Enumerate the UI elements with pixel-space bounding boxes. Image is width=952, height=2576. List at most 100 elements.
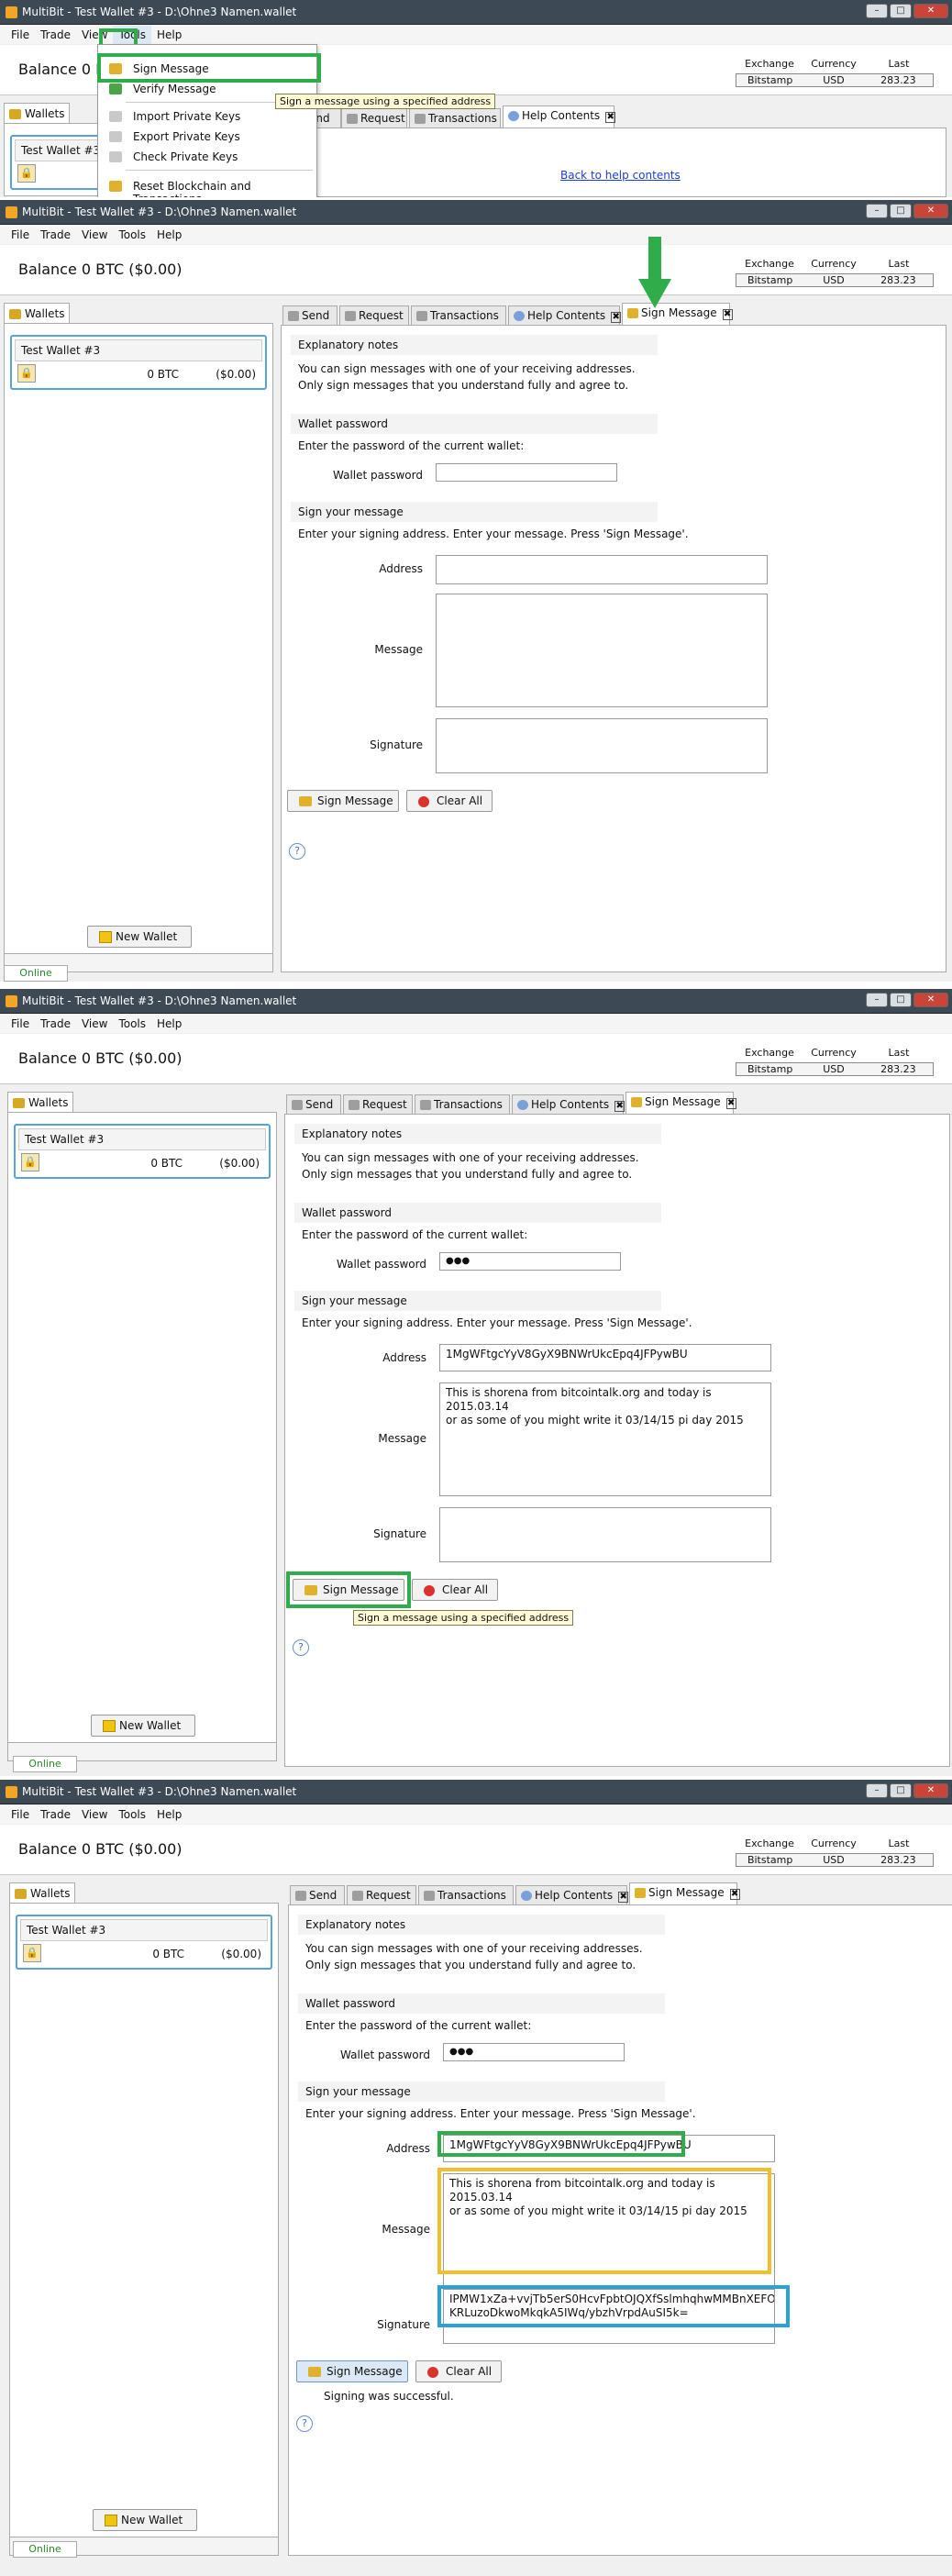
close-button[interactable]: ✕ [913,204,948,218]
transactions-icon [415,114,426,124]
menu-item-export-keys[interactable]: Export Private Keys [133,130,240,143]
menu-help[interactable]: Help [151,1015,187,1033]
wallet-card[interactable]: Test Wallet #3 🔒 0 BTC ($0.00) [16,1915,272,1970]
menu-file[interactable]: File [6,1015,35,1033]
minimize-button[interactable]: – [866,204,888,218]
tab-send[interactable]: Send [286,1094,341,1114]
maximize-button[interactable]: □ [890,993,912,1007]
minimize-button[interactable]: – [866,993,888,1007]
close-tab-icon[interactable]: ✖ [614,1101,625,1112]
wallet-password-field[interactable]: ●●● [443,2043,625,2061]
tab-request[interactable]: Request [339,305,409,325]
minimize-button[interactable]: – [866,1783,888,1798]
send-icon [295,1891,306,1901]
menu-item-check-keys[interactable]: Check Private Keys [133,150,238,163]
close-tab-icon[interactable]: ✖ [722,309,733,320]
menu-trade[interactable]: Trade [35,1805,76,1824]
menu-file[interactable]: File [6,26,35,44]
maximize-button[interactable]: □ [890,1783,912,1798]
menu-tools[interactable]: Tools [113,226,151,244]
menu-item-import-keys[interactable]: Import Private Keys [133,110,240,123]
down-arrow-icon [638,237,671,308]
wallet-card[interactable]: Test Wallet #3 🔒 0 BTC ($0.00) [14,1124,271,1179]
sign-icon [299,796,312,806]
signature-field[interactable] [436,718,768,773]
online-status: Online [13,2541,77,2558]
menu-help[interactable]: Help [151,1805,187,1824]
menu-file[interactable]: File [6,226,35,244]
wallets-tab[interactable]: Wallets [4,303,70,323]
menu-trade[interactable]: Trade [35,226,76,244]
close-tab-icon[interactable]: ✖ [725,1098,736,1109]
lock-icon: 🔒 [21,1153,39,1171]
wallet-password-label: Wallet password [337,1258,426,1271]
close-button[interactable]: ✕ [913,1783,948,1798]
maximize-button[interactable]: □ [890,4,912,18]
wallets-tab[interactable]: Wallets [4,103,70,123]
main-tabs: Send Request Transactions Help Contents ✖… [284,1092,950,1114]
clear-all-button[interactable]: Clear All [415,2360,502,2382]
clear-all-button[interactable]: Clear All [412,1579,498,1601]
sign-message-button[interactable]: Sign Message [296,2360,408,2382]
address-field[interactable] [436,555,768,584]
wallets-panel: Test Wallet #3 🔒 0 BTC ($0.00) New Walle… [7,1112,277,1761]
menu-view[interactable]: View [76,1805,113,1824]
address-field[interactable]: 1MgWFtgcYyV8GyX9BNWrUkcEpq4JFPywBU [439,1344,771,1371]
back-to-help-link[interactable]: Back to help contents [560,169,681,182]
menu-tools[interactable]: Tools [113,1805,151,1824]
menu-tools[interactable]: Tools [113,1015,151,1033]
menu-trade[interactable]: Trade [35,26,76,44]
close-button[interactable]: ✕ [913,4,948,18]
close-tab-icon[interactable]: ✖ [729,1889,740,1900]
tab-transactions[interactable]: Transactions [415,1094,510,1114]
help-icon[interactable]: ? [293,1639,309,1656]
wallets-tab[interactable]: Wallets [7,1092,73,1112]
tab-transactions[interactable]: Transactions [409,108,501,128]
new-wallet-button[interactable]: New Wallet [91,1715,195,1737]
message-field[interactable] [436,594,768,707]
menu-view[interactable]: View [76,226,113,244]
help-icon[interactable]: ? [296,2415,313,2432]
tab-request[interactable]: Request [347,1885,416,1904]
maximize-button[interactable]: □ [890,204,912,218]
menu-trade[interactable]: Trade [35,1015,76,1033]
help-icon[interactable]: ? [289,843,305,860]
minimize-button[interactable]: – [866,4,888,18]
tab-request[interactable]: Request [343,1094,413,1114]
menu-help[interactable]: Help [151,26,187,44]
new-wallet-button[interactable]: New Wallet [87,926,192,948]
help-content-area: Back to help contents [281,128,946,197]
tab-sign-message[interactable]: Sign Message ✖ [629,1882,740,1904]
tab-sign-message[interactable]: Sign Message ✖ [625,1092,736,1114]
wallets-tab[interactable]: Wallets [9,1882,75,1903]
new-wallet-icon [105,2515,117,2526]
tab-help-contents[interactable]: Help Contents ✖ [503,105,616,128]
tab-help-contents[interactable]: Help Contents ✖ [515,1885,629,1904]
close-tab-icon[interactable]: ✖ [611,312,622,323]
signature-field[interactable] [439,1507,771,1562]
close-button[interactable]: ✕ [913,993,948,1007]
sign-message-button[interactable]: Sign Message [287,790,399,812]
menu-item-reset-blockchain[interactable]: Reset Blockchain and Transactions [133,180,316,197]
tab-transactions[interactable]: Transactions [411,305,506,325]
tab-send[interactable]: Send [282,305,338,325]
tab-help-contents[interactable]: Help Contents ✖ [512,1094,625,1114]
menu-file[interactable]: File [6,1805,35,1824]
wallet-password-field[interactable] [436,463,617,482]
tab-help-contents[interactable]: Help Contents ✖ [508,305,622,325]
close-tab-icon[interactable]: ✖ [618,1892,629,1903]
new-wallet-button[interactable]: New Wallet [93,2509,197,2531]
online-status: Online [13,1756,77,1772]
clear-all-button[interactable]: Clear All [406,790,493,812]
menu-view[interactable]: View [76,1015,113,1033]
wallet-password-field[interactable]: ●●● [439,1252,621,1271]
explanatory-notes-title: Explanatory notes [291,335,658,355]
menu-help[interactable]: Help [151,226,187,244]
tab-request[interactable]: Request [341,108,407,128]
tab-transactions[interactable]: Transactions [418,1885,514,1904]
tab-send[interactable]: Send [290,1885,345,1904]
wallet-card[interactable]: Test Wallet #3 🔒 0 BTC ($0.00) [10,335,267,390]
close-tab-icon[interactable]: ✖ [605,112,616,123]
menu-item-verify-message[interactable]: Verify Message [133,83,216,95]
message-field[interactable]: This is shorena from bitcointalk.org and… [439,1382,771,1496]
